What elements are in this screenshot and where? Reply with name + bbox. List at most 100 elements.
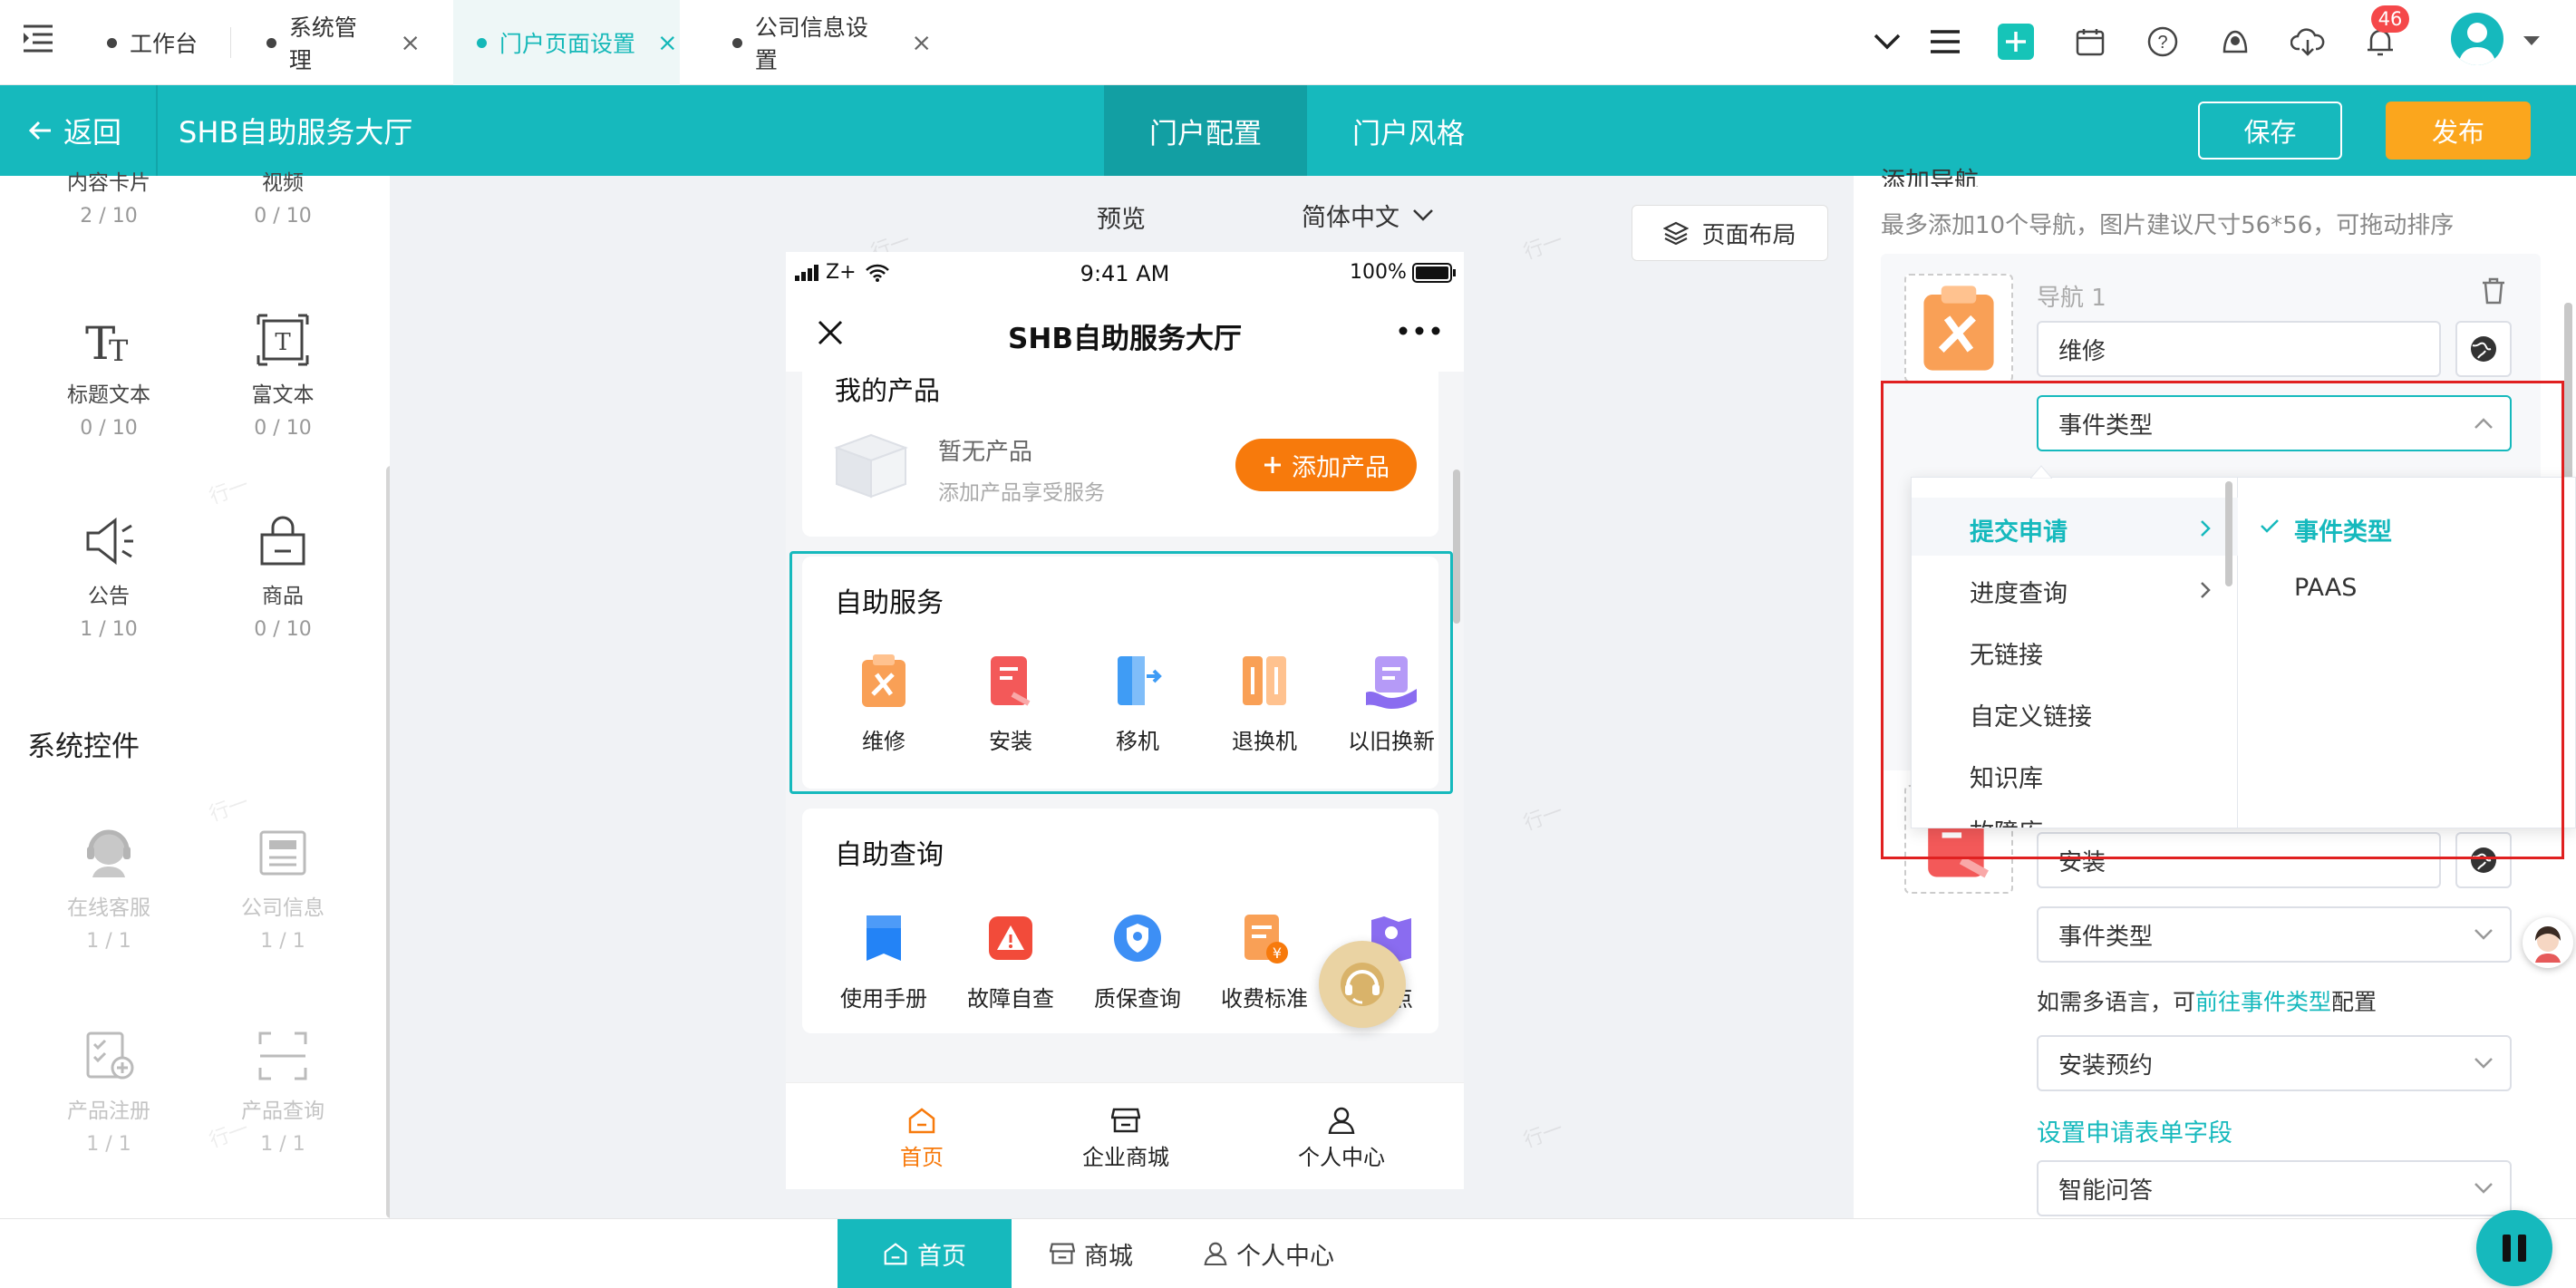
back-button[interactable]: 返回 xyxy=(29,85,121,176)
close-icon[interactable]: × xyxy=(911,29,932,57)
system-controls-title: 系统控件 xyxy=(27,731,140,763)
user-bell-icon[interactable] xyxy=(2213,20,2257,63)
tab-system-manage[interactable]: 系统管理 × xyxy=(266,0,421,85)
phone-scrollbar[interactable] xyxy=(1453,470,1460,624)
add-nav-hint: 最多添加10个导航，图片建议尺寸56*56，可拖动排序 xyxy=(1881,212,2455,239)
cloud-download-icon[interactable] xyxy=(2286,20,2329,63)
service-item-trade-in[interactable]: 以旧换新 xyxy=(1328,649,1455,755)
chevron-down-icon xyxy=(2474,1182,2494,1195)
battery-status: 100% xyxy=(1350,261,1457,284)
phone-nav-mall[interactable]: 企业商城 xyxy=(1067,1107,1185,1171)
tab-portal-style[interactable]: 门户风格 xyxy=(1307,85,1510,176)
publish-button[interactable]: 发布 xyxy=(2386,102,2531,160)
service-item-relocate[interactable]: 移机 xyxy=(1074,649,1201,755)
page-layout-button[interactable]: 页面布局 xyxy=(1632,205,1828,261)
speaker-icon xyxy=(36,495,181,567)
component-company-info[interactable]: 公司信息 1 / 1 xyxy=(210,807,355,953)
component-count: 1 / 10 xyxy=(80,618,138,641)
tab-dot xyxy=(477,37,487,48)
relocate-icon xyxy=(1074,649,1201,712)
menu-icon[interactable] xyxy=(1923,20,1967,63)
component-video[interactable]: 视频 0 / 10 xyxy=(210,165,355,228)
component-title-text[interactable]: TT 标题文本 0 / 10 xyxy=(36,294,181,440)
service-item-install[interactable]: 安装 xyxy=(947,649,1074,755)
avatar-caret-icon[interactable] xyxy=(2522,34,2542,47)
component-count: 0 / 10 xyxy=(254,417,312,440)
plus-icon[interactable] xyxy=(1994,20,2038,63)
tab-workbench[interactable]: 工作台 xyxy=(107,0,225,85)
avatar[interactable] xyxy=(2451,13,2503,65)
bottom-tab-profile[interactable]: 个人中心 xyxy=(1204,1219,1334,1288)
save-button[interactable]: 保存 xyxy=(2198,102,2342,160)
service-label: 退换机 xyxy=(1232,729,1297,754)
goto-event-type-link[interactable]: 前往事件类型 xyxy=(2195,984,2331,1017)
component-label: 视频 xyxy=(262,171,304,195)
nav-1-image-upload[interactable] xyxy=(1904,274,2013,383)
component-announcement[interactable]: 公告 1 / 10 xyxy=(36,495,181,641)
watermark: 行一 xyxy=(1520,229,1566,265)
form-fields-link[interactable]: 设置申请表单字段 xyxy=(2037,1113,2232,1148)
nav-2-type-select[interactable]: 事件类型 xyxy=(2037,906,2512,963)
svg-text:T: T xyxy=(275,329,291,356)
tab-portal-config[interactable]: 门户配置 xyxy=(1104,85,1307,176)
tab-portal-settings[interactable]: 门户页面设置 × xyxy=(453,0,680,85)
phone-nav-profile[interactable]: 个人中心 xyxy=(1283,1107,1400,1171)
add-nav-title: 添加导航 xyxy=(1881,168,1979,187)
add-product-button[interactable]: 添加产品 xyxy=(1235,439,1417,491)
component-content-card[interactable]: 内容卡片 2 / 10 xyxy=(36,165,181,228)
warning-icon xyxy=(947,906,1074,970)
chevron-down-icon xyxy=(2474,1057,2494,1070)
sidebar-toggle-icon[interactable] xyxy=(22,24,54,54)
nav-1-name-input[interactable]: 维修 xyxy=(2037,321,2441,377)
multilang-prefix: 如需多语言，可 xyxy=(2037,989,2196,1015)
tab-company-info[interactable]: 公司信息设置 × xyxy=(732,0,932,85)
service-item-exchange[interactable]: 退换机 xyxy=(1201,649,1328,755)
help-icon[interactable]: ? xyxy=(2141,20,2184,63)
shopping-bag-icon xyxy=(210,495,355,567)
component-online-service[interactable]: 在线客服 1 / 1 xyxy=(36,807,181,953)
add-product-label: 添加产品 xyxy=(1292,453,1390,482)
query-label: 使用手册 xyxy=(840,986,927,1012)
query-label: 收费标准 xyxy=(1221,986,1308,1012)
service-label: 移机 xyxy=(1116,729,1159,754)
phone-preview: Z+ 9:41 AM 100% SHB自助服务大厅 我的产品 暂无产品 添加产品… xyxy=(786,252,1464,1189)
query-item-warranty[interactable]: 质保查询 xyxy=(1074,906,1201,1012)
service-item-repair[interactable]: 维修 xyxy=(820,649,947,755)
phone-nav-home[interactable]: 首页 xyxy=(867,1107,976,1171)
component-count: 1 / 1 xyxy=(260,930,305,953)
my-products-card[interactable]: 我的产品 暂无产品 添加产品享受服务 添加产品 xyxy=(802,359,1438,537)
more-icon[interactable] xyxy=(1399,326,1440,335)
bottom-tab-label: 商城 xyxy=(1084,1242,1133,1271)
assistant-avatar[interactable] xyxy=(2523,917,2573,968)
query-item-manual[interactable]: 使用手册 xyxy=(820,906,947,1012)
globe-language-button[interactable] xyxy=(2455,321,2512,377)
chevron-down-icon[interactable] xyxy=(1865,20,1909,63)
bottom-tab-mall[interactable]: 商城 xyxy=(1050,1219,1133,1288)
nav-label: 企业商城 xyxy=(1082,1145,1169,1170)
battery-icon xyxy=(1411,262,1457,283)
calendar-icon[interactable] xyxy=(2068,20,2112,63)
query-item-fees[interactable]: ¥ 收费标准 xyxy=(1201,906,1328,1012)
component-product-register[interactable]: 产品注册 1 / 1 xyxy=(36,1010,181,1156)
floating-support-button[interactable] xyxy=(1319,941,1406,1028)
phone-title: SHB自助服务大厅 xyxy=(1008,323,1242,355)
language-select[interactable]: 简体中文 xyxy=(1302,198,1434,233)
trash-icon[interactable] xyxy=(2481,277,2506,305)
close-icon[interactable]: × xyxy=(400,29,421,57)
bottom-bar: 首页 商城 个人中心 xyxy=(0,1210,2576,1288)
close-icon[interactable]: × xyxy=(657,29,678,57)
component-product[interactable]: 商品 0 / 10 xyxy=(210,495,355,641)
user-icon xyxy=(1283,1107,1400,1134)
query-item-fault-check[interactable]: 故障自查 xyxy=(947,906,1074,1012)
bottom-tab-home[interactable]: 首页 xyxy=(838,1219,1012,1288)
tab-label: 系统管理 xyxy=(288,15,357,73)
tab-dot xyxy=(107,37,117,48)
pause-button[interactable] xyxy=(2476,1210,2552,1286)
watermark: 行一 xyxy=(1520,800,1566,836)
component-label: 内容卡片 xyxy=(67,171,150,195)
component-rich-text[interactable]: T 富文本 0 / 10 xyxy=(210,294,355,440)
nav-2-extra-select[interactable]: 智能问答 xyxy=(2037,1160,2512,1216)
component-count: 1 / 1 xyxy=(86,930,131,953)
nav-label: 首页 xyxy=(900,1145,944,1170)
nav-2-event-select[interactable]: 安装预约 xyxy=(2037,1035,2512,1091)
